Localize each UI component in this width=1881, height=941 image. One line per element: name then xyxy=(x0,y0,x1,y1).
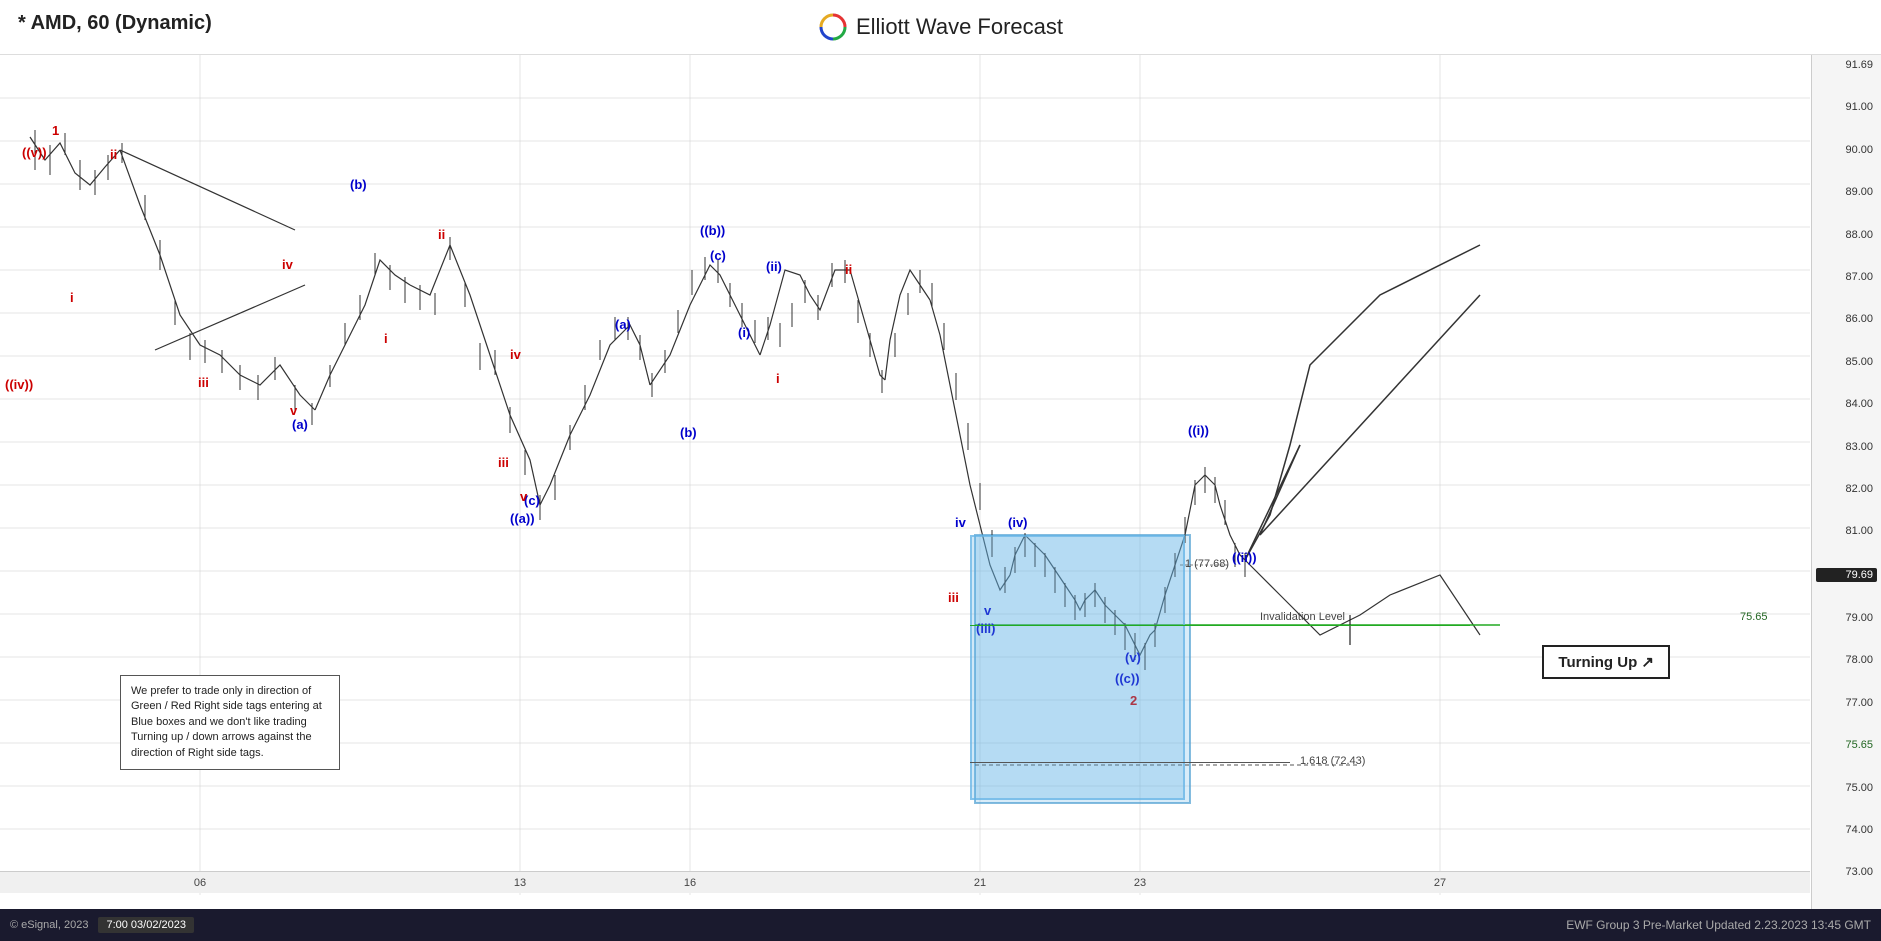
price-8900: 89.00 xyxy=(1816,186,1877,198)
info-box-text: We prefer to trade only in direction of … xyxy=(131,685,322,759)
wave-label-i-3: i xyxy=(776,371,780,386)
price-8500: 85.00 xyxy=(1816,356,1877,368)
price-9100: 91.00 xyxy=(1816,101,1877,113)
bottom-left: © eSignal, 2023 xyxy=(10,919,88,931)
wave-label-v-r: v xyxy=(520,489,527,504)
blue-box xyxy=(970,535,1185,800)
fib-line xyxy=(970,762,1290,763)
turning-up-box: Turning Up ↗ xyxy=(1542,645,1670,679)
bottom-time: 7:00 03/02/2023 xyxy=(98,917,194,933)
header: * AMD, 60 (Dynamic) Elliott Wave Forecas… xyxy=(0,0,1881,55)
bottom-bar: © eSignal, 2023 7:00 03/02/2023 EWF Grou… xyxy=(0,909,1881,941)
wave-label-iii-2: iii xyxy=(498,455,509,470)
level-1-label: 1 (77.68) xyxy=(1185,558,1229,570)
wave-label-i-1: i xyxy=(70,290,74,305)
price-7700: 77.00 xyxy=(1816,697,1877,709)
price-8700: 87.00 xyxy=(1816,271,1877,283)
price-7565: 75.65 xyxy=(1740,611,1768,623)
price-7800: 78.00 xyxy=(1816,654,1877,666)
wave-label-iii-3: iii xyxy=(948,590,959,605)
logo-area: Elliott Wave Forecast xyxy=(818,12,1063,42)
date-23: 23 xyxy=(1134,877,1146,889)
price-8100: 81.00 xyxy=(1816,525,1877,537)
price-8200: 82.00 xyxy=(1816,483,1877,495)
price-7300: 73.00 xyxy=(1816,866,1877,878)
date-13: 13 xyxy=(514,877,526,889)
wave-label-iv-b2: (iv) xyxy=(1008,515,1028,530)
price-8800: 88.00 xyxy=(1816,229,1877,241)
price-8400: 84.00 xyxy=(1816,398,1877,410)
wave-label-v-1: v xyxy=(290,403,297,418)
wave-label-vv: ((v)) xyxy=(22,145,47,160)
price-9169: 91.69 xyxy=(1816,59,1877,71)
date-16: 16 xyxy=(684,877,696,889)
wave-label-aa: ((a)) xyxy=(510,511,535,526)
wave-label-ii-bbb: ((ii)) xyxy=(1232,550,1257,565)
wave-label-ii-bb: ((i)) xyxy=(1188,423,1209,438)
fib-label: 1.618 (72.43) xyxy=(1300,755,1365,767)
price-axis: 91.69 91.00 90.00 89.00 88.00 87.00 86.0… xyxy=(1811,55,1881,925)
turning-up-label: Turning Up ↗ xyxy=(1558,654,1654,671)
wave-label-ii-2: ii xyxy=(438,227,445,242)
price-7500: 75.00 xyxy=(1816,782,1877,794)
date-06: 06 xyxy=(194,877,206,889)
esignal-text: © eSignal, 2023 xyxy=(10,919,88,931)
wave-label-iv-1: iv xyxy=(282,257,293,272)
ewf-logo-icon xyxy=(818,12,848,42)
date-21: 21 xyxy=(974,877,986,889)
price-9000: 90.00 xyxy=(1816,144,1877,156)
wave-label-ii-3: ii xyxy=(845,262,852,277)
wave-label-a-1: (a) xyxy=(292,417,308,432)
wave-label-a-2: (a) xyxy=(615,317,631,332)
chart-area: 1 ((v)) ii i iv iii v ii iii i ((iv)) i … xyxy=(0,55,1810,925)
price-7565: 75.65 xyxy=(1816,739,1877,751)
chart-svg xyxy=(0,55,1810,925)
wave-label-c-1: (c) xyxy=(710,248,726,263)
wave-label-i-b: (i) xyxy=(738,325,750,340)
info-box: We prefer to trade only in direction of … xyxy=(120,675,340,770)
chart-title: * AMD, 60 (Dynamic) xyxy=(18,12,212,35)
bottom-right: EWF Group 3 Pre-Market Updated 2.23.2023… xyxy=(1566,918,1871,932)
price-7969: 79.69 xyxy=(1816,568,1877,582)
invalidation-label: Invalidation Level xyxy=(1260,611,1345,623)
wave-label-b-2: (b) xyxy=(680,425,697,440)
date-bar: 06 13 16 21 23 27 xyxy=(0,871,1810,893)
wave-label-bb: ((b)) xyxy=(700,223,725,238)
chart-container: * AMD, 60 (Dynamic) Elliott Wave Forecas… xyxy=(0,0,1881,941)
price-7900: 79.00 xyxy=(1816,612,1877,624)
wave-label-b: (b) xyxy=(350,177,367,192)
wave-label-iv-r: iv xyxy=(510,347,521,362)
wave-label-iv-2: ((iv)) xyxy=(5,377,33,392)
wave-label-iii-1: iii xyxy=(198,375,209,390)
wave-label-i-2: i xyxy=(384,331,388,346)
wave-label-iv-b: iv xyxy=(955,515,966,530)
logo-text: Elliott Wave Forecast xyxy=(856,14,1063,40)
wave-label-1: 1 xyxy=(52,123,59,138)
price-7400: 74.00 xyxy=(1816,824,1877,836)
invalidation-line xyxy=(970,625,1470,626)
price-8600: 86.00 xyxy=(1816,313,1877,325)
wave-label-ii-b: (ii) xyxy=(766,259,782,274)
price-8300: 83.00 xyxy=(1816,441,1877,453)
wave-label-ii-1: ii xyxy=(110,147,117,162)
date-27: 27 xyxy=(1434,877,1446,889)
